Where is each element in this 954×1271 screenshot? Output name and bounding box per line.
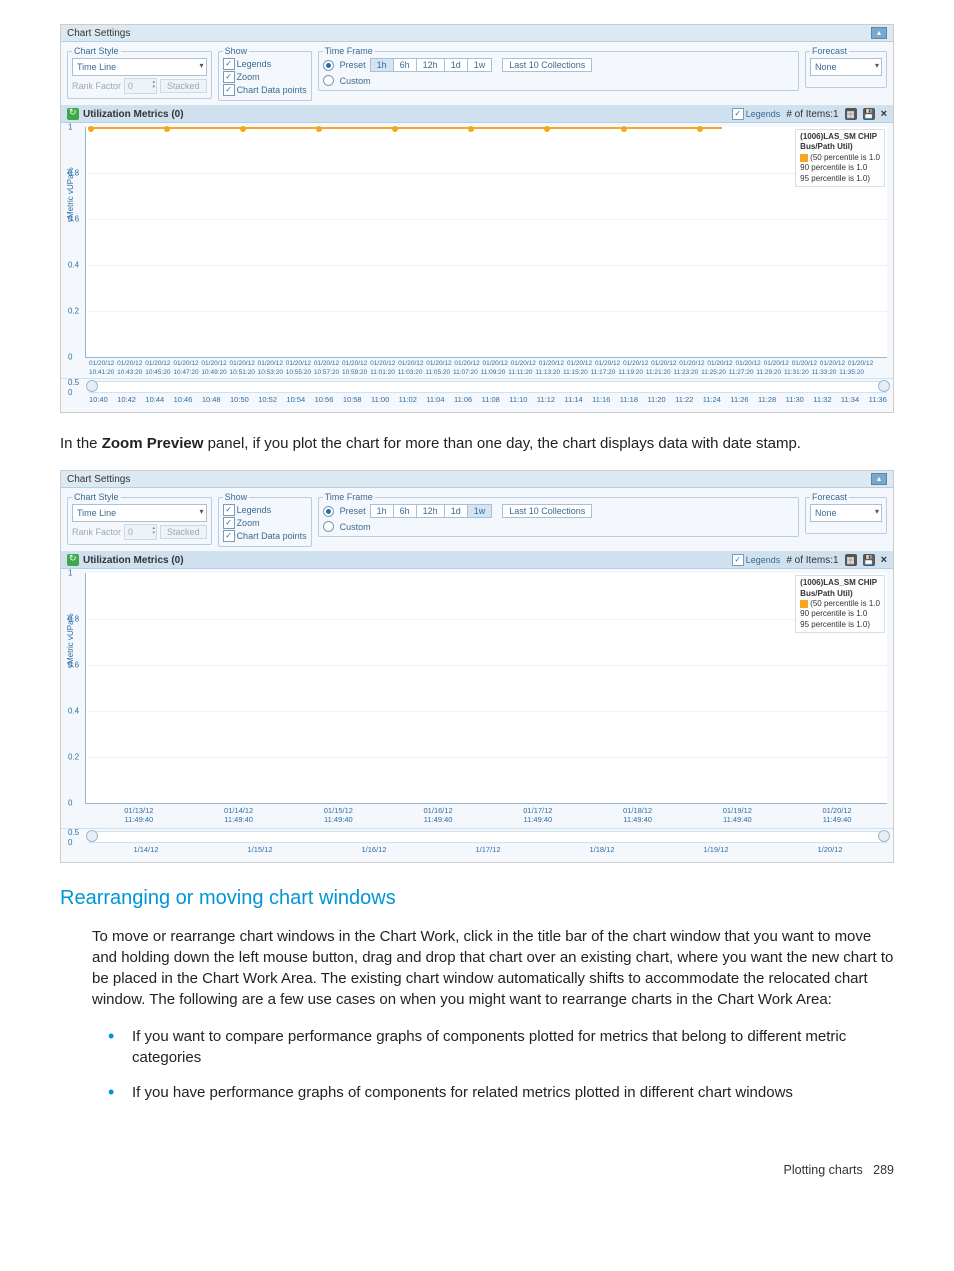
metrics-header: Utilization Metrics (0) ✓Legends # of It… — [61, 106, 893, 123]
chart-style-dropdown[interactable]: Time Line — [72, 504, 207, 522]
figure-1-hourly: Chart Settings ▴ Chart Style Time Line R… — [60, 24, 894, 413]
time-frame-legend: Time Frame — [323, 46, 375, 56]
zoom-handle-right[interactable] — [878, 830, 890, 842]
rank-factor-label: Rank Factor — [72, 81, 121, 91]
group-time-frame: Time Frame Preset 1h 6h 12h 1d 1w Last 1… — [318, 46, 799, 91]
close-icon[interactable]: × — [881, 108, 887, 120]
x-axis-dates: 01/20/12 01/20/12 01/20/12 01/20/12 01/2… — [61, 360, 893, 369]
show-datapoints-checkbox[interactable]: ✓Chart Data points — [223, 530, 307, 542]
data-series-line — [88, 127, 722, 129]
custom-radio[interactable] — [323, 521, 334, 532]
zoom-preview-1: 0.5 0 10:4010:4210:4410:4610:4810:5010:5… — [61, 378, 893, 412]
refresh-icon[interactable] — [67, 108, 79, 120]
chart-legend-panel: (1006)LAS_SM CHIP Bus/Path Util) (50 per… — [795, 575, 885, 633]
save-icon[interactable]: 💾 — [863, 554, 875, 566]
stacked-button: Stacked — [160, 79, 207, 93]
refresh-icon[interactable] — [67, 554, 79, 566]
zoom-handle-right[interactable] — [878, 380, 890, 392]
legends-toggle[interactable]: ✓Legends — [732, 108, 781, 120]
zoom-preview-caption: In the Zoom Preview panel, if you plot t… — [60, 433, 894, 454]
chart-settings-row-2: Chart Style Time Line Rank Factor 0 Stac… — [61, 488, 893, 552]
zoom-handle-left[interactable] — [86, 380, 98, 392]
forecast-dropdown[interactable]: None — [810, 504, 882, 522]
plot-area-1: vMetric vUPa% 1 0.8 0.6 0.4 0.2 0 (1006)… — [85, 127, 887, 358]
show-zoom-checkbox[interactable]: ✓Zoom — [223, 517, 260, 529]
chart-settings-row: Chart Style Time Line Rank Factor 0 Stac… — [61, 42, 893, 106]
zoom-handle-left[interactable] — [86, 830, 98, 842]
collapse-icon[interactable]: ▴ — [871, 473, 887, 485]
preset-radio[interactable] — [323, 506, 334, 517]
x-axis-times: 10:41:20 10:43:20 10:45:20 10:47:20 10:4… — [61, 369, 893, 378]
chart-style-legend: Chart Style — [72, 46, 121, 56]
figure-2-weekly: Chart Settings ▴ Chart Style Time Line R… — [60, 470, 894, 863]
collapse-icon[interactable]: ▴ — [871, 27, 887, 39]
zoom-ticks: 10:4010:4210:4410:4610:4810:5010:5210:54… — [89, 395, 887, 404]
metrics-header-2: Utilization Metrics (0) ✓Legends # of It… — [61, 552, 893, 569]
tf-1w[interactable]: 1w — [468, 504, 493, 518]
show-legends-checkbox[interactable]: ✓Legends — [223, 504, 272, 516]
grid-icon[interactable]: ▦ — [845, 554, 857, 566]
legends-toggle[interactable]: ✓Legends — [732, 554, 781, 566]
stacked-button: Stacked — [160, 525, 207, 539]
chart-settings-header: Chart Settings ▴ — [61, 25, 893, 42]
rank-factor-spinner: 0 — [124, 78, 157, 94]
tf-6h[interactable]: 6h — [394, 58, 417, 72]
section-bullets: If you want to compare performance graph… — [108, 1026, 894, 1103]
last-10-collections[interactable]: Last 10 Collections — [502, 504, 592, 518]
tf-1d[interactable]: 1d — [445, 504, 468, 518]
section-paragraph: To move or rearrange chart windows in th… — [92, 926, 894, 1010]
group-show: Show ✓Legends ✓Zoom ✓Chart Data points — [218, 46, 312, 101]
items-count: # of Items:1 — [786, 109, 838, 120]
show-zoom-checkbox[interactable]: ✓Zoom — [223, 71, 260, 83]
tf-12h[interactable]: 12h — [417, 58, 445, 72]
tf-1w[interactable]: 1w — [468, 58, 493, 72]
plot-area-2: vMetric vUPa% 1 0.8 0.6 0.4 0.2 0 (1006)… — [85, 573, 887, 804]
zoom-preview-2: 0.5 0 1/14/121/15/121/16/121/17/121/18/1… — [61, 828, 893, 862]
rank-factor-spinner: 0 — [124, 524, 157, 540]
group-chart-style: Chart Style Time Line Rank Factor 0 Stac… — [67, 46, 212, 99]
save-icon[interactable]: 💾 — [863, 108, 875, 120]
tf-6h[interactable]: 6h — [394, 504, 417, 518]
tf-1h[interactable]: 1h — [370, 504, 394, 518]
chart-settings-header-2: Chart Settings ▴ — [61, 471, 893, 488]
grid-icon[interactable]: ▦ — [845, 108, 857, 120]
time-frame-buttons-1: 1h 6h 12h 1d 1w — [370, 58, 493, 72]
show-legend: Show — [223, 46, 250, 56]
group-forecast: Forecast None — [805, 46, 887, 88]
tf-1h[interactable]: 1h — [370, 58, 394, 72]
custom-label: Custom — [340, 76, 371, 86]
bullet-1: If you want to compare performance graph… — [108, 1026, 894, 1068]
zoom-track[interactable]: 0.5 0 — [89, 381, 887, 393]
zoom-days: 1/14/121/15/121/16/121/17/121/18/121/19/… — [89, 845, 887, 854]
show-legends-checkbox[interactable]: ✓Legends — [223, 58, 272, 70]
chart-style-dropdown[interactable]: Time Line — [72, 58, 207, 76]
custom-radio[interactable] — [323, 75, 334, 86]
last-10-collections[interactable]: Last 10 Collections — [502, 58, 592, 72]
zoom-track[interactable]: 0.5 0 — [89, 831, 887, 843]
tf-1d[interactable]: 1d — [445, 58, 468, 72]
chart-settings-title: Chart Settings — [67, 28, 130, 39]
tf-12h[interactable]: 12h — [417, 504, 445, 518]
bullet-2: If you have performance graphs of compon… — [108, 1082, 894, 1103]
show-datapoints-checkbox[interactable]: ✓Chart Data points — [223, 84, 307, 96]
preset-label: Preset — [340, 60, 366, 70]
section-heading: Rearranging or moving chart windows — [60, 887, 894, 910]
preset-radio[interactable] — [323, 60, 334, 71]
forecast-dropdown[interactable]: None — [810, 58, 882, 76]
close-icon[interactable]: × — [881, 554, 887, 566]
chart-legend-panel: (1006)LAS_SM CHIP Bus/Path Util) (50 per… — [795, 129, 885, 187]
x-axis-days: 01/13/1211:49:4001/14/1211:49:4001/15/12… — [61, 806, 893, 828]
forecast-legend: Forecast — [810, 46, 849, 56]
page-footer: Plotting charts 289 — [60, 1163, 894, 1177]
metrics-title: Utilization Metrics (0) — [83, 109, 184, 120]
